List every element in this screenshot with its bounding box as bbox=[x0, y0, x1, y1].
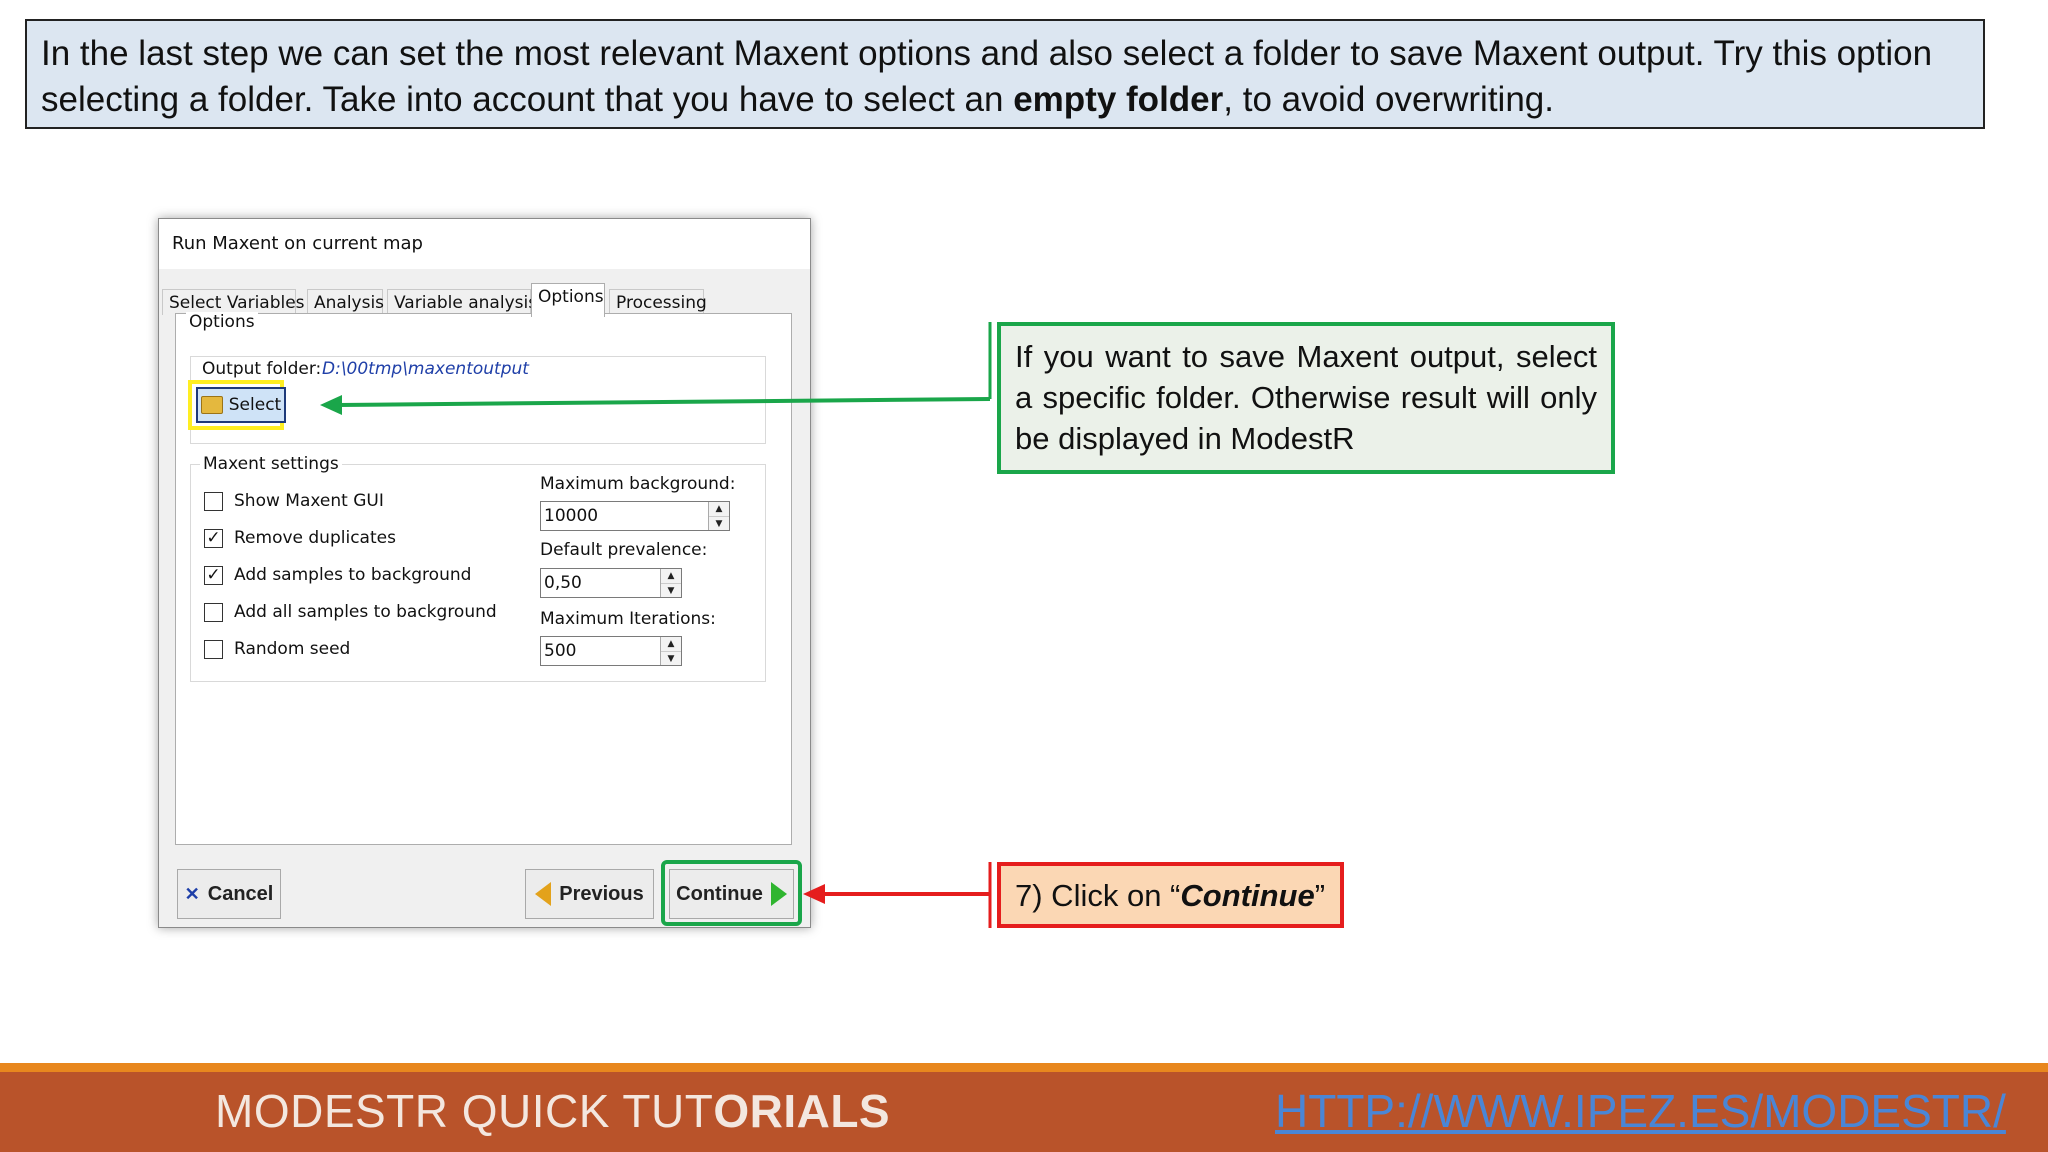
green-arrow-head bbox=[320, 395, 342, 415]
footer-link[interactable]: HTTP://WWW.IPEZ.ES/MODESTR/ bbox=[1275, 1084, 2006, 1138]
select-folder-callout: If you want to save Maxent output, selec… bbox=[997, 322, 1615, 474]
step-suffix: ” bbox=[1314, 878, 1326, 913]
tab-options[interactable]: Options bbox=[531, 283, 605, 317]
step-emphasis: Continue bbox=[1180, 878, 1315, 913]
footer-title: MODESTR QUICK TUTORIALS bbox=[215, 1084, 890, 1138]
step-prefix: 7) Click on “ bbox=[1015, 878, 1181, 913]
footer-accent-line bbox=[0, 1063, 2048, 1072]
red-arrow-head bbox=[803, 884, 825, 904]
footer-title-light: MODESTR QUICK TUT bbox=[215, 1085, 714, 1137]
callout-arrows bbox=[320, 322, 992, 928]
footer-title-bold: ORIALS bbox=[713, 1085, 891, 1137]
green-arrow-line bbox=[337, 397, 991, 407]
continue-callout: 7) Click on “Continue” bbox=[997, 862, 1344, 928]
